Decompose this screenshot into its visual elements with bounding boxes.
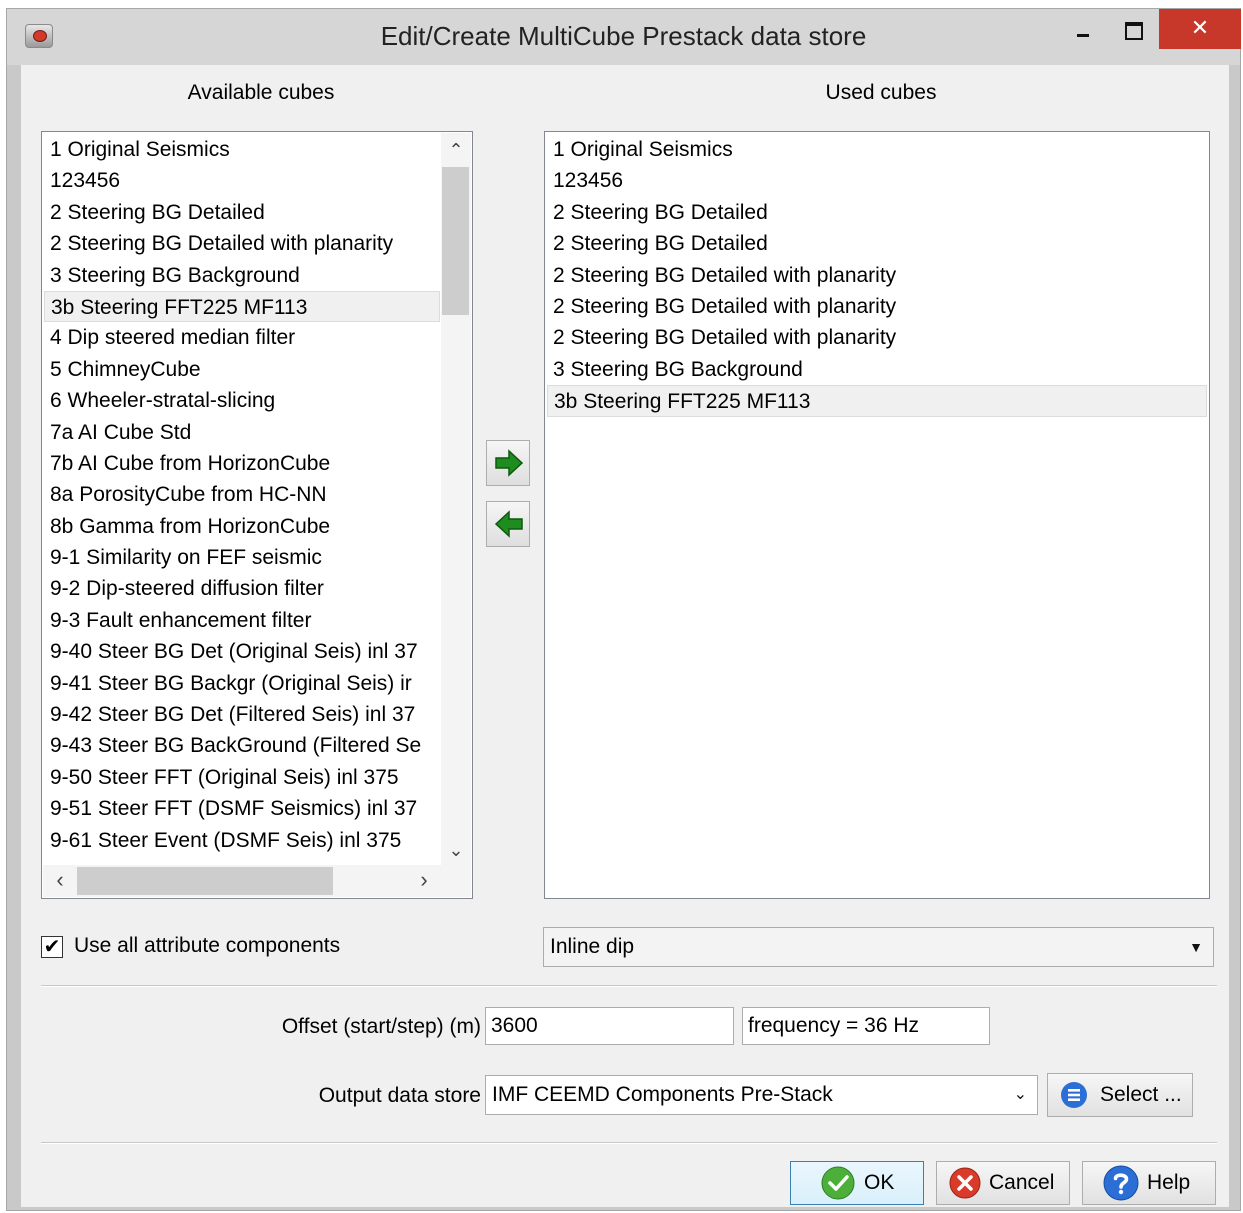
used-cube-item[interactable]: 2 Steering BG Detailed [547, 228, 1207, 259]
offset-label: Offset (start/step) (m) [281, 1015, 481, 1038]
available-cube-item[interactable]: 1 Original Seismics [44, 134, 440, 165]
minimize-button[interactable] [1061, 9, 1107, 49]
available-cube-item[interactable]: 5 ChimneyCube [44, 354, 440, 385]
available-cube-item[interactable]: 2 Steering BG Detailed with planarity [44, 228, 440, 259]
available-cube-item[interactable]: 3 Steering BG Background [44, 260, 440, 291]
output-data-store-select[interactable]: IMF CEEMD Components Pre-Stack ⌄ [485, 1075, 1038, 1115]
used-cubes-list[interactable]: 1 Original Seismics 123456 2 Steering BG D… [544, 131, 1210, 899]
available-cube-item[interactable]: 7b AI Cube from HorizonCube [44, 448, 440, 479]
scroll-right-icon[interactable]: › [409, 865, 439, 897]
help-button-label: Help [1147, 1171, 1191, 1194]
cancel-icon [949, 1167, 981, 1199]
select-button-label: Select ... [1100, 1083, 1182, 1106]
available-cube-item[interactable]: 9-42 Steer BG Det (Filtered Seis) inl 37 [44, 699, 440, 730]
window-title: Edit/Create MultiCube Prestack data stor… [380, 21, 867, 51]
dialog-body: Available cubes Used cubes 1 Original Se… [21, 65, 1229, 1207]
available-cube-item[interactable]: 4 Dip steered median filter [44, 322, 440, 353]
used-cube-item[interactable]: 123456 [547, 165, 1207, 196]
separator [41, 985, 1217, 987]
close-icon: ✕ [1190, 15, 1210, 40]
remove-cube-button[interactable] [486, 501, 530, 547]
help-icon [1103, 1165, 1139, 1201]
output-data-store-label: Output data store [318, 1084, 481, 1107]
available-cube-item[interactable]: 9-41 Steer BG Backgr (Original Seis) ir [44, 668, 440, 699]
used-cube-item[interactable]: 1 Original Seismics [547, 134, 1207, 165]
output-data-store-value: IMF CEEMD Components Pre-Stack [492, 1083, 833, 1106]
available-cube-item[interactable]: 9-1 Similarity on FEF seismic [44, 542, 440, 573]
scroll-up-icon[interactable]: ⌃ [441, 135, 471, 165]
available-cubes-list[interactable]: 1 Original Seismics 123456 2 Steering BG D… [41, 131, 473, 899]
ok-button-label: OK [864, 1171, 895, 1194]
available-cube-item[interactable]: 9-3 Fault enhancement filter [44, 605, 440, 636]
offset-start-input[interactable]: 3600 [485, 1007, 734, 1045]
vertical-scroll-thumb[interactable] [442, 167, 469, 315]
available-vertical-scrollbar[interactable]: ⌃ ⌄ [441, 133, 471, 865]
select-button[interactable]: Select ... [1047, 1073, 1193, 1117]
available-cube-item[interactable]: 2 Steering BG Detailed [44, 197, 440, 228]
check-icon [821, 1166, 855, 1200]
list-icon [1061, 1082, 1087, 1108]
available-cube-item[interactable]: 9-43 Steer BG BackGround (Filtered Se [44, 730, 440, 761]
add-cube-button[interactable] [486, 440, 530, 486]
component-select-value: Inline dip [550, 935, 635, 958]
available-cube-item[interactable]: 6 Wheeler-stratal-slicing [44, 385, 440, 416]
used-cube-item[interactable]: 2 Steering BG Detailed [547, 197, 1207, 228]
available-cube-item[interactable]: 8b Gamma from HorizonCube [44, 511, 440, 542]
help-button[interactable]: Help [1082, 1161, 1216, 1205]
available-cubes-header: Available cubes [187, 81, 335, 104]
chevron-down-icon: ⌄ [1013, 1086, 1027, 1103]
use-all-components-label[interactable]: Use all attribute components [74, 934, 340, 958]
component-select[interactable]: Inline dip ▼ [543, 927, 1214, 967]
dropdown-icon: ▼ [1189, 939, 1203, 955]
close-button[interactable]: ✕ [1159, 9, 1241, 49]
use-all-components-checkbox[interactable]: ✔ [41, 936, 63, 958]
used-cube-item[interactable]: 2 Steering BG Detailed with planarity [547, 322, 1207, 353]
available-cube-item[interactable]: 3b Steering FFT225 MF113 [44, 290, 440, 323]
available-cubes-items: 1 Original Seismics 123456 2 Steering BG D… [44, 134, 440, 864]
maximize-button[interactable] [1109, 9, 1155, 49]
arrow-right-icon [495, 449, 524, 477]
used-cube-item[interactable]: 3b Steering FFT225 MF113 [547, 385, 1207, 417]
cancel-button[interactable]: Cancel [936, 1161, 1070, 1205]
available-cube-item[interactable]: 8a PorosityCube from HC-NN [44, 479, 440, 510]
separator [41, 1142, 1217, 1144]
scroll-down-icon[interactable]: ⌄ [441, 835, 471, 865]
offset-step-input[interactable]: frequency = 36 Hz [742, 1007, 990, 1045]
cancel-button-label: Cancel [989, 1171, 1055, 1194]
title-bar[interactable]: Edit/Create MultiCube Prestack data stor… [7, 9, 1241, 65]
available-horizontal-scrollbar[interactable]: ‹ › [43, 865, 471, 897]
used-cubes-header: Used cubes [825, 81, 937, 104]
arrow-left-icon [494, 510, 523, 538]
available-cube-item[interactable]: 9-50 Steer FFT (Original Seis) inl 375 [44, 762, 440, 793]
ok-button[interactable]: OK [790, 1161, 924, 1205]
used-cube-item[interactable]: 2 Steering BG Detailed with planarity [547, 291, 1207, 322]
used-cube-item[interactable]: 2 Steering BG Detailed with planarity [547, 260, 1207, 291]
available-cube-item[interactable]: 9-40 Steer BG Det (Original Seis) inl 37 [44, 636, 440, 667]
available-cube-item[interactable]: 7a AI Cube Std [44, 417, 440, 448]
available-cube-item[interactable]: 123456 [44, 165, 440, 196]
scroll-left-icon[interactable]: ‹ [45, 865, 75, 897]
used-cube-item[interactable]: 3 Steering BG Background [547, 354, 1207, 385]
available-cube-item[interactable]: 9-61 Steer Event (DSMF Seis) inl 375 [44, 825, 440, 856]
used-cubes-items: 1 Original Seismics 123456 2 Steering BG D… [547, 134, 1207, 896]
available-cube-item[interactable]: 9-2 Dip-steered diffusion filter [44, 573, 440, 604]
horizontal-scroll-thumb[interactable] [77, 867, 333, 895]
dialog-window: Edit/Create MultiCube Prestack data stor… [6, 8, 1241, 1211]
available-cube-item[interactable]: 9-51 Steer FFT (DSMF Seismics) inl 37 [44, 793, 440, 824]
